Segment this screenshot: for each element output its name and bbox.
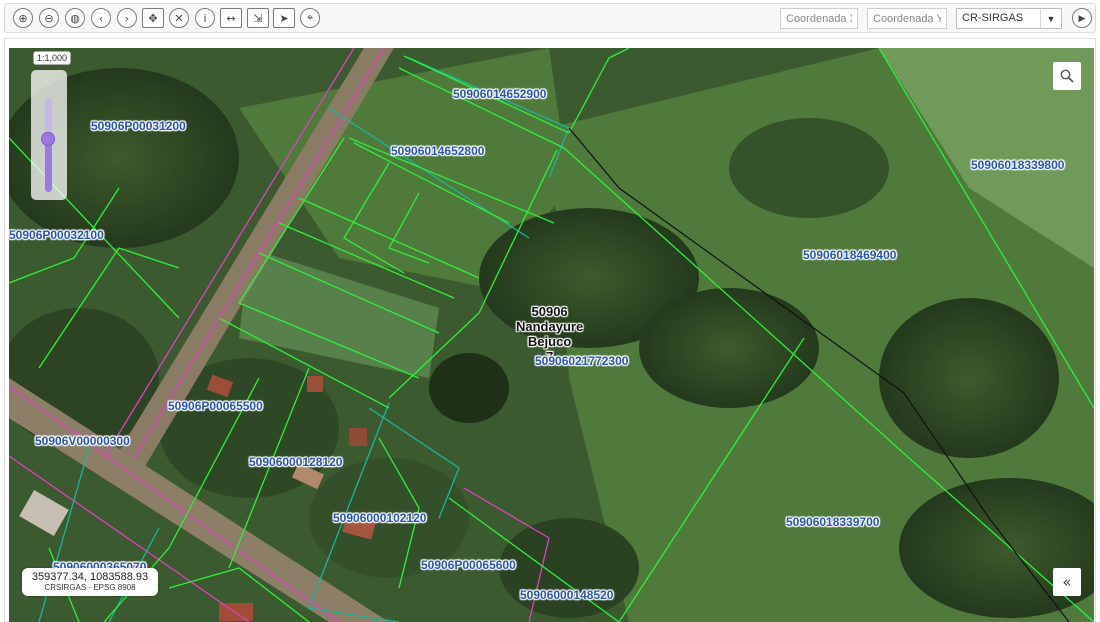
parcel-label[interactable]: 50906018339700 [786,515,879,529]
measure-distance-icon[interactable]: ↔ [220,8,242,28]
navigate-icon[interactable]: ➤ [273,8,295,28]
parcel-label[interactable]: 50906014652800 [391,144,484,158]
zoom-in-icon[interactable]: ⊕ [13,8,33,28]
play-icon[interactable]: ▶ [1072,8,1092,28]
crs-select-value: CR-SIRGAS [962,12,1024,24]
place-label-line: 50906 [531,304,568,319]
parcel-label[interactable]: 50906000102120 [333,511,426,525]
parcel-label[interactable]: 50906P00032100 [9,228,104,242]
globe-icon[interactable]: ◍ [65,8,85,28]
place-label: 50906 Nandayure Bejuco 7 [516,304,583,356]
scale-badge: 1:1,000 [33,51,72,65]
parcel-label[interactable]: 50906014652900 [453,87,546,101]
zoom-slider[interactable] [31,70,67,200]
place-label-line: Nandayure [516,319,584,334]
coordinates-display: 359377.34, 1083588.93 CRSIRGAS - EPSG 89… [22,568,158,596]
measure-area-icon[interactable]: ⇲ [247,8,269,28]
clear-icon[interactable]: ✕ [169,8,189,28]
parcel-label[interactable]: 50906P00065600 [421,558,516,572]
parcel-label[interactable]: 50906000148520 [520,588,613,602]
parcel-label[interactable]: 50906018469400 [803,248,896,262]
cursor-coordinates: 359377.34, 1083588.93 [31,571,149,583]
coord-y-input[interactable] [867,8,947,29]
collapse-panel-button[interactable]: « [1053,568,1081,596]
crs-select[interactable]: CR-SIRGAS ▼ [956,8,1062,29]
parcel-label[interactable]: 50906018339800 [971,158,1064,172]
parcel-label[interactable]: 50906000128120 [249,455,342,469]
back-icon[interactable]: ‹ [91,8,111,28]
parcel-label[interactable]: 50906P00065500 [168,399,263,413]
locate-icon[interactable]: ⌖ [300,8,320,28]
info-icon[interactable]: i [195,8,215,28]
double-chevron-left-icon: « [1062,573,1072,591]
search-icon [1060,69,1074,83]
zoom-out-icon[interactable]: ⊖ [39,8,59,28]
parcel-label[interactable]: 50906P00031200 [91,119,186,133]
parcel-label[interactable]: 50906021772300 [535,354,628,368]
forward-icon[interactable]: › [117,8,137,28]
map-toolbar: ⊕ ⊖ ◍ ‹ › ✥ ✕ i ↔ ⇲ ➤ ⌖ CR-SIRGAS ▼ ▶ [4,3,1096,33]
pan-icon[interactable]: ✥ [142,8,164,28]
map-canvas[interactable]: 50906014652900 50906P00031200 5090601465… [9,48,1094,622]
place-label-line: Bejuco [527,334,572,349]
zoom-slider-handle[interactable] [41,131,55,146]
parcel-label[interactable]: 50906V00000300 [35,434,130,448]
map-search-button[interactable] [1053,62,1081,90]
chevron-down-icon: ▼ [1040,9,1061,28]
coord-x-input[interactable] [780,8,858,29]
zoom-slider-fill [45,138,52,192]
projection-label: CRSIRGAS - EPSG 8908 [44,583,136,592]
